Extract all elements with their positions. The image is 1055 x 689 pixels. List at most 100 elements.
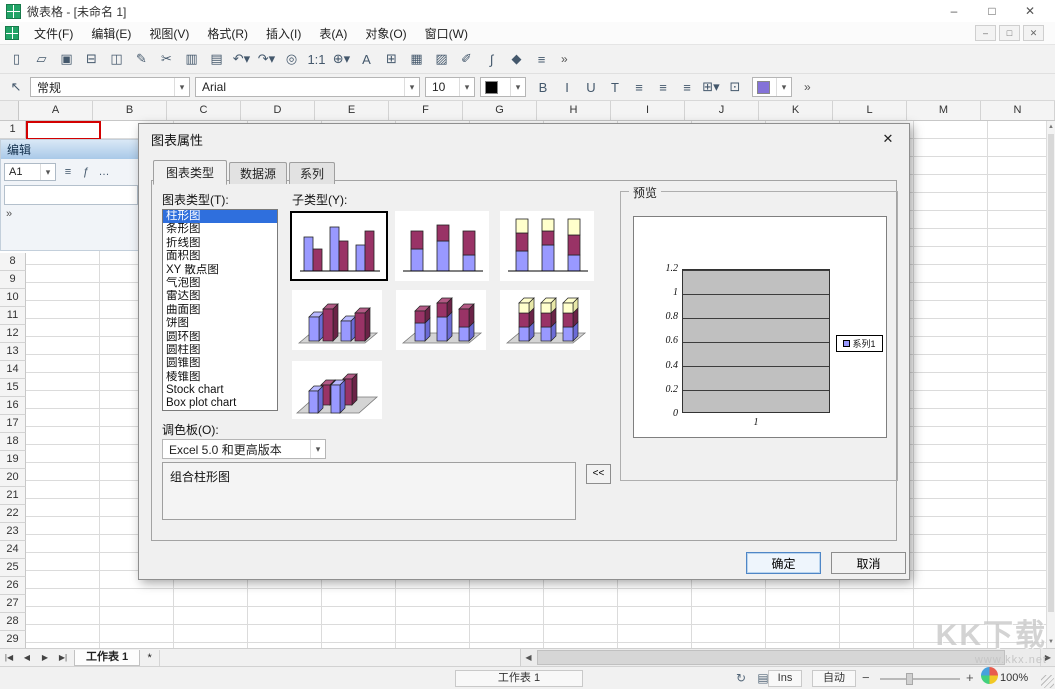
menu-file[interactable]: 文件(F) (25, 23, 82, 44)
maximize-button[interactable]: □ (973, 0, 1011, 22)
column-header[interactable]: K (759, 101, 833, 120)
row-header[interactable]: 18 (0, 433, 26, 451)
chevron-down-icon[interactable]: ▾ (174, 78, 189, 96)
row-header[interactable]: 23 (0, 523, 26, 541)
subtype-3d-column[interactable] (292, 361, 382, 419)
subtype-percent-stacked-column[interactable] (500, 211, 594, 281)
align-left-icon[interactable]: ≡ (627, 75, 651, 99)
fill-color-combo[interactable]: ▾ (752, 77, 792, 97)
selected-cell-a1[interactable] (26, 121, 101, 140)
tab-series[interactable]: 系列 (289, 162, 335, 184)
column-header[interactable]: D (241, 101, 315, 120)
auto-indicator[interactable]: 自动 (812, 670, 856, 687)
first-sheet-button[interactable]: |◀ (0, 649, 18, 666)
formula-icon[interactable]: ƒ (77, 163, 95, 181)
chart-type-option[interactable]: 雷达图 (163, 290, 277, 303)
print-preview-icon[interactable]: ◫ (104, 47, 129, 71)
dialog-close-icon[interactable]: ✕ (879, 130, 897, 148)
menu-table[interactable]: 表(A) (310, 23, 356, 44)
actual-size-icon[interactable]: 1:1 (304, 47, 329, 71)
dialog-titlebar[interactable]: 图表属性 ✕ (139, 124, 909, 154)
column-header[interactable]: L (833, 101, 907, 120)
select-all-corner[interactable] (0, 101, 19, 120)
chart-type-option[interactable]: XY 散点图 (163, 264, 277, 277)
borders-icon[interactable]: ▦ (404, 47, 429, 71)
row-header[interactable]: 25 (0, 559, 26, 577)
column-header[interactable]: I (611, 101, 685, 120)
chevron-down-icon[interactable]: ▾ (404, 78, 419, 96)
new-sheet-tab[interactable]: * (140, 650, 160, 666)
row-header[interactable]: 21 (0, 487, 26, 505)
chart-type-option[interactable]: 圆锥图 (163, 357, 277, 370)
chart-type-list[interactable]: 柱形图条形图折线图面积图XY 散点图气泡图雷达图曲面图饼图圆环图圆柱图圆锥图棱锥… (162, 209, 278, 411)
more-icon[interactable]: … (95, 163, 113, 181)
child-restore-icon[interactable]: □ (999, 25, 1020, 41)
undo-icon[interactable]: ↶▾ (229, 47, 254, 71)
column-header[interactable]: J (685, 101, 759, 120)
row-header[interactable]: 13 (0, 343, 26, 361)
chevron-down-icon[interactable]: ▾ (459, 78, 474, 96)
subtype-stacked-column[interactable] (395, 211, 489, 281)
merge-cells-icon[interactable]: ⊞▾ (699, 75, 723, 99)
chart-type-option[interactable]: 折线图 (163, 237, 277, 250)
chevron-down-icon[interactable]: ▾ (776, 78, 791, 96)
column-header[interactable]: N (981, 101, 1055, 120)
column-header[interactable]: B (93, 101, 167, 120)
chevron-down-icon[interactable]: ▾ (510, 78, 525, 96)
chart-type-option[interactable]: 圆柱图 (163, 344, 277, 357)
vertical-scroll-thumb[interactable] (1048, 134, 1054, 612)
chevron-down-icon[interactable]: ▾ (40, 164, 55, 180)
next-sheet-button[interactable]: ▶ (36, 649, 54, 666)
chart-type-option[interactable]: Stock chart (163, 384, 277, 397)
font-size-combo[interactable]: 10 ▾ (425, 77, 475, 97)
cell-reference-combo[interactable]: A1 ▾ (4, 163, 56, 181)
formula-input[interactable] (4, 185, 138, 205)
edit-panel-title[interactable]: 编辑 (1, 140, 141, 159)
shapes-icon[interactable]: ◆ (504, 47, 529, 71)
chart-type-option[interactable]: 曲面图 (163, 304, 277, 317)
vertical-scrollbar[interactable]: ▲ ▼ (1046, 121, 1055, 648)
column-header[interactable]: M (907, 101, 981, 120)
row-header[interactable]: 12 (0, 325, 26, 343)
open-file-icon[interactable]: ▱ (29, 47, 54, 71)
vertical-text-icon[interactable]: T (603, 75, 627, 99)
row-header[interactable]: 28 (0, 613, 26, 631)
row-header[interactable]: 29 (0, 631, 26, 649)
zoom-icon[interactable]: ⊕▾ (329, 47, 354, 71)
text-box-icon[interactable]: A (354, 47, 379, 71)
cut-icon[interactable]: ✂ (154, 47, 179, 71)
row-header[interactable]: 16 (0, 397, 26, 415)
ok-button[interactable]: 确定 (746, 552, 821, 574)
palette-combo[interactable]: Excel 5.0 和更高版本 ▾ (162, 439, 326, 459)
format-toolbar-overflow-button[interactable]: » (797, 80, 818, 94)
chart-type-option[interactable]: 气泡图 (163, 277, 277, 290)
align-right-icon[interactable]: ≡ (675, 75, 699, 99)
chart-type-option[interactable]: 棱锥图 (163, 371, 277, 384)
zoom-out-icon[interactable]: − (862, 670, 870, 685)
child-close-icon[interactable]: ✕ (1023, 25, 1044, 41)
hatch-icon[interactable]: ▨ (429, 47, 454, 71)
align-center-icon[interactable]: ≡ (651, 75, 675, 99)
row-header[interactable]: 24 (0, 541, 26, 559)
menu-edit[interactable]: 编辑(E) (82, 23, 140, 44)
chart-type-option[interactable]: 条形图 (163, 223, 277, 236)
horizontal-scroll-thumb[interactable] (537, 650, 1005, 665)
chevron-down-icon[interactable]: ▾ (310, 440, 325, 458)
row-header[interactable]: 19 (0, 451, 26, 469)
freeze-panes-icon[interactable]: ⊡ (723, 75, 747, 99)
subtype-3d-clustered-column[interactable] (292, 290, 382, 350)
zoom-slider-thumb[interactable] (906, 673, 913, 685)
menu-insert[interactable]: 插入(I) (257, 23, 310, 44)
select-pointer-icon[interactable]: ↖ (7, 79, 25, 95)
scroll-up-icon[interactable]: ▲ (1047, 121, 1055, 133)
collapse-preview-button[interactable]: << (586, 464, 611, 484)
horizontal-scrollbar[interactable]: ◀ ▶ (520, 649, 1055, 666)
save-icon[interactable]: ▣ (54, 47, 79, 71)
close-button[interactable]: ✕ (1011, 0, 1049, 22)
row-header[interactable]: 22 (0, 505, 26, 523)
row-header[interactable]: 10 (0, 289, 26, 307)
subtype-3d-percent-stacked-column[interactable] (500, 290, 590, 350)
edit-page-icon[interactable]: ✎ (129, 47, 154, 71)
column-header[interactable]: C (167, 101, 241, 120)
zoom-in-icon[interactable]: + (966, 670, 974, 685)
